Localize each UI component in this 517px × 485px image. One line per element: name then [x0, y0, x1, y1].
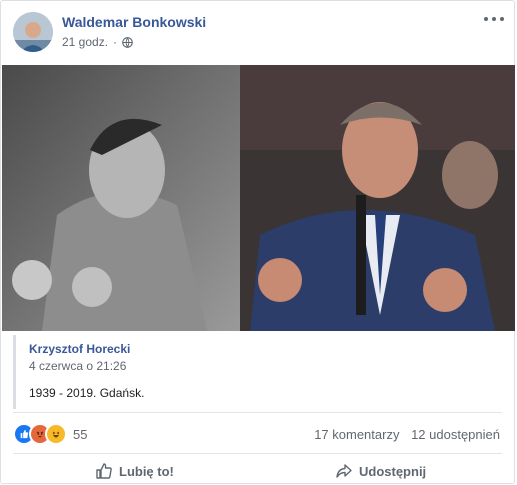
comments-count[interactable]: 17 komentarzy: [314, 427, 399, 442]
thumbs-up-icon: [96, 463, 112, 479]
like-button-label: Lubię to!: [119, 463, 174, 479]
shared-post[interactable]: Krzysztof Horecki 4 czerwca o 21:26 1939…: [13, 335, 504, 409]
photo-left-panel: [2, 65, 240, 331]
shared-post-date[interactable]: 4 czerwca o 21:26: [29, 359, 126, 373]
post-photo[interactable]: [2, 65, 515, 331]
reactions-summary[interactable]: 55: [13, 423, 87, 445]
more-dot: [492, 17, 496, 21]
reactions-count[interactable]: 55: [73, 427, 87, 442]
share-button[interactable]: Udostępnij: [335, 459, 426, 483]
meta-separator: ·: [113, 35, 118, 49]
shared-post-author[interactable]: Krzysztof Horecki: [29, 342, 130, 356]
share-button-label: Udostępnij: [359, 463, 427, 479]
post-author[interactable]: Waldemar Bonkowski: [62, 14, 206, 30]
haha-reaction-icon: [45, 423, 67, 445]
avatar-image: [13, 12, 53, 52]
avatar[interactable]: [13, 12, 53, 52]
more-dot: [484, 17, 488, 21]
globe-icon[interactable]: [122, 36, 133, 48]
divider: [13, 412, 502, 413]
share-arrow-icon: [336, 464, 352, 478]
like-button[interactable]: Lubię to!: [95, 459, 174, 483]
more-dot: [500, 17, 504, 21]
shares-count[interactable]: 12 udostępnień: [411, 427, 500, 442]
post-card: Waldemar Bonkowski 21 godz. · Krzysztof …: [0, 0, 515, 484]
post-meta: 21 godz. ·: [62, 35, 133, 49]
post-time[interactable]: 21 godz.: [62, 35, 108, 49]
divider: [13, 453, 502, 454]
shared-post-text: 1939 - 2019. Gdańsk.: [29, 386, 145, 400]
post-stats: 17 komentarzy 12 udostępnień: [314, 427, 500, 442]
photo-right-panel: [240, 65, 515, 331]
more-options-icon[interactable]: [484, 11, 504, 27]
